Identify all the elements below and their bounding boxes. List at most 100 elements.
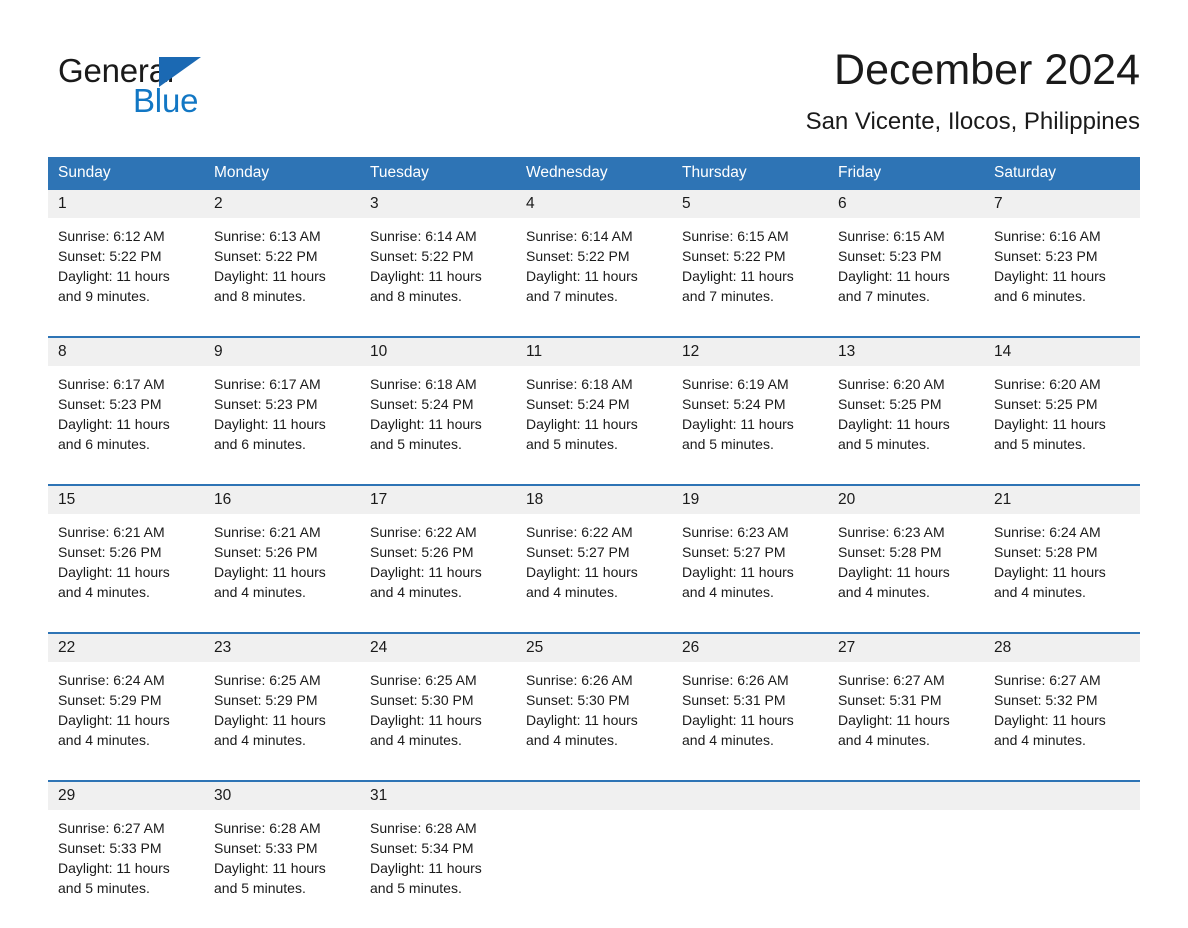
sunset-text: Sunset: 5:23 PM <box>214 396 318 412</box>
day-cell[interactable]: Sunrise: 6:27 AM Sunset: 5:31 PM Dayligh… <box>828 662 984 781</box>
day-detail-row: Sunrise: 6:12 AM Sunset: 5:22 PM Dayligh… <box>48 218 1140 337</box>
page-title: December 2024 <box>834 46 1140 94</box>
day-cell[interactable]: Sunrise: 6:20 AM Sunset: 5:25 PM Dayligh… <box>828 366 984 485</box>
sunset-text: Sunset: 5:22 PM <box>370 248 474 264</box>
day-cell[interactable]: Sunrise: 6:18 AM Sunset: 5:24 PM Dayligh… <box>360 366 516 485</box>
day-number[interactable]: 2 <box>204 190 360 218</box>
day-cell[interactable]: Sunrise: 6:17 AM Sunset: 5:23 PM Dayligh… <box>204 366 360 485</box>
day-number[interactable]: 29 <box>48 780 204 810</box>
day-cell[interactable]: Sunrise: 6:21 AM Sunset: 5:26 PM Dayligh… <box>48 514 204 633</box>
day-cell[interactable]: Sunrise: 6:20 AM Sunset: 5:25 PM Dayligh… <box>984 366 1140 485</box>
day-number[interactable]: 19 <box>672 484 828 514</box>
empty-day-cell <box>828 810 984 928</box>
day-number[interactable]: 17 <box>360 484 516 514</box>
day-number[interactable]: 18 <box>516 484 672 514</box>
sunset-text: Sunset: 5:22 PM <box>58 248 162 264</box>
weekday-header-sunday: Sunday <box>48 157 204 190</box>
day-cell[interactable]: Sunrise: 6:24 AM Sunset: 5:28 PM Dayligh… <box>984 514 1140 633</box>
sunrise-text: Sunrise: 6:17 AM <box>58 376 165 392</box>
day-number[interactable]: 4 <box>516 190 672 218</box>
day-number[interactable]: 23 <box>204 632 360 662</box>
calendar-week-5: 29 30 31 Sunrise: 6:27 AM Sunset: 5:33 P… <box>48 780 1140 928</box>
day-cell[interactable]: Sunrise: 6:14 AM Sunset: 5:22 PM Dayligh… <box>516 218 672 337</box>
day-cell[interactable]: Sunrise: 6:21 AM Sunset: 5:26 PM Dayligh… <box>204 514 360 633</box>
day-number[interactable]: 11 <box>516 336 672 366</box>
day-number[interactable]: 21 <box>984 484 1140 514</box>
day-cell[interactable]: Sunrise: 6:12 AM Sunset: 5:22 PM Dayligh… <box>48 218 204 337</box>
daylight-text: Daylight: 11 hours and 4 minutes. <box>370 712 482 748</box>
daylight-text: Daylight: 11 hours and 4 minutes. <box>994 564 1106 600</box>
day-cell[interactable]: Sunrise: 6:22 AM Sunset: 5:27 PM Dayligh… <box>516 514 672 633</box>
sunset-text: Sunset: 5:25 PM <box>994 396 1098 412</box>
day-cell[interactable]: Sunrise: 6:28 AM Sunset: 5:33 PM Dayligh… <box>204 810 360 928</box>
day-number[interactable]: 20 <box>828 484 984 514</box>
sunrise-text: Sunrise: 6:22 AM <box>370 524 477 540</box>
daylight-text: Daylight: 11 hours and 7 minutes. <box>838 268 950 304</box>
sunset-text: Sunset: 5:34 PM <box>370 840 474 856</box>
day-number[interactable]: 27 <box>828 632 984 662</box>
day-number[interactable]: 25 <box>516 632 672 662</box>
daylight-text: Daylight: 11 hours and 5 minutes. <box>994 416 1106 452</box>
empty-day-cell <box>984 810 1140 928</box>
calendar-week-4: 22 23 24 25 26 27 28 Sunrise: 6:24 AM Su… <box>48 632 1140 781</box>
day-cell[interactable]: Sunrise: 6:25 AM Sunset: 5:29 PM Dayligh… <box>204 662 360 781</box>
day-cell[interactable]: Sunrise: 6:15 AM Sunset: 5:23 PM Dayligh… <box>828 218 984 337</box>
title-block: December 2024 San Vicente, Ilocos, Phili… <box>806 44 1140 137</box>
day-cell[interactable]: Sunrise: 6:15 AM Sunset: 5:22 PM Dayligh… <box>672 218 828 337</box>
sunrise-text: Sunrise: 6:26 AM <box>682 672 789 688</box>
day-number[interactable]: 16 <box>204 484 360 514</box>
sunrise-text: Sunrise: 6:18 AM <box>370 376 477 392</box>
daylight-text: Daylight: 11 hours and 4 minutes. <box>682 712 794 748</box>
day-cell[interactable]: Sunrise: 6:17 AM Sunset: 5:23 PM Dayligh… <box>48 366 204 485</box>
day-cell[interactable]: Sunrise: 6:23 AM Sunset: 5:27 PM Dayligh… <box>672 514 828 633</box>
day-number-row: 1 2 3 4 5 6 7 <box>48 190 1140 218</box>
day-number[interactable]: 13 <box>828 336 984 366</box>
day-cell[interactable]: Sunrise: 6:27 AM Sunset: 5:32 PM Dayligh… <box>984 662 1140 781</box>
day-number[interactable]: 3 <box>360 190 516 218</box>
day-number[interactable]: 30 <box>204 780 360 810</box>
day-cell[interactable]: Sunrise: 6:22 AM Sunset: 5:26 PM Dayligh… <box>360 514 516 633</box>
sunset-text: Sunset: 5:31 PM <box>682 692 786 708</box>
day-cell[interactable]: Sunrise: 6:26 AM Sunset: 5:31 PM Dayligh… <box>672 662 828 781</box>
day-cell[interactable]: Sunrise: 6:25 AM Sunset: 5:30 PM Dayligh… <box>360 662 516 781</box>
day-detail-row: Sunrise: 6:24 AM Sunset: 5:29 PM Dayligh… <box>48 662 1140 781</box>
day-number[interactable]: 14 <box>984 336 1140 366</box>
sunrise-text: Sunrise: 6:21 AM <box>58 524 165 540</box>
day-cell[interactable]: Sunrise: 6:18 AM Sunset: 5:24 PM Dayligh… <box>516 366 672 485</box>
day-cell[interactable]: Sunrise: 6:19 AM Sunset: 5:24 PM Dayligh… <box>672 366 828 485</box>
day-cell[interactable]: Sunrise: 6:24 AM Sunset: 5:29 PM Dayligh… <box>48 662 204 781</box>
empty-day-cell <box>516 810 672 928</box>
sunset-text: Sunset: 5:26 PM <box>58 544 162 560</box>
day-number[interactable]: 7 <box>984 190 1140 218</box>
weekday-header-tuesday: Tuesday <box>360 157 516 190</box>
day-cell[interactable]: Sunrise: 6:14 AM Sunset: 5:22 PM Dayligh… <box>360 218 516 337</box>
brand-name-blue: Blue <box>133 82 199 119</box>
day-number[interactable]: 1 <box>48 190 204 218</box>
day-cell[interactable]: Sunrise: 6:28 AM Sunset: 5:34 PM Dayligh… <box>360 810 516 928</box>
day-cell[interactable]: Sunrise: 6:23 AM Sunset: 5:28 PM Dayligh… <box>828 514 984 633</box>
day-number[interactable]: 22 <box>48 632 204 662</box>
day-number[interactable]: 12 <box>672 336 828 366</box>
day-number[interactable]: 8 <box>48 336 204 366</box>
sunset-text: Sunset: 5:28 PM <box>994 544 1098 560</box>
day-cell[interactable]: Sunrise: 6:26 AM Sunset: 5:30 PM Dayligh… <box>516 662 672 781</box>
day-cell[interactable]: Sunrise: 6:27 AM Sunset: 5:33 PM Dayligh… <box>48 810 204 928</box>
day-number[interactable]: 28 <box>984 632 1140 662</box>
day-number[interactable]: 31 <box>360 780 516 810</box>
daylight-text: Daylight: 11 hours and 4 minutes. <box>838 712 950 748</box>
day-number[interactable]: 24 <box>360 632 516 662</box>
day-cell[interactable]: Sunrise: 6:16 AM Sunset: 5:23 PM Dayligh… <box>984 218 1140 337</box>
day-number[interactable]: 6 <box>828 190 984 218</box>
sunset-text: Sunset: 5:23 PM <box>58 396 162 412</box>
day-number[interactable]: 26 <box>672 632 828 662</box>
day-number[interactable]: 15 <box>48 484 204 514</box>
location-subtitle: San Vicente, Ilocos, Philippines <box>805 108 1140 135</box>
daylight-text: Daylight: 11 hours and 4 minutes. <box>682 564 794 600</box>
day-number[interactable]: 10 <box>360 336 516 366</box>
day-cell[interactable]: Sunrise: 6:13 AM Sunset: 5:22 PM Dayligh… <box>204 218 360 337</box>
daylight-text: Daylight: 11 hours and 6 minutes. <box>58 416 170 452</box>
day-number[interactable]: 5 <box>672 190 828 218</box>
day-number[interactable]: 9 <box>204 336 360 366</box>
generalblue-logo[interactable]: General Blue <box>58 52 318 138</box>
day-number-row: 22 23 24 25 26 27 28 <box>48 632 1140 662</box>
